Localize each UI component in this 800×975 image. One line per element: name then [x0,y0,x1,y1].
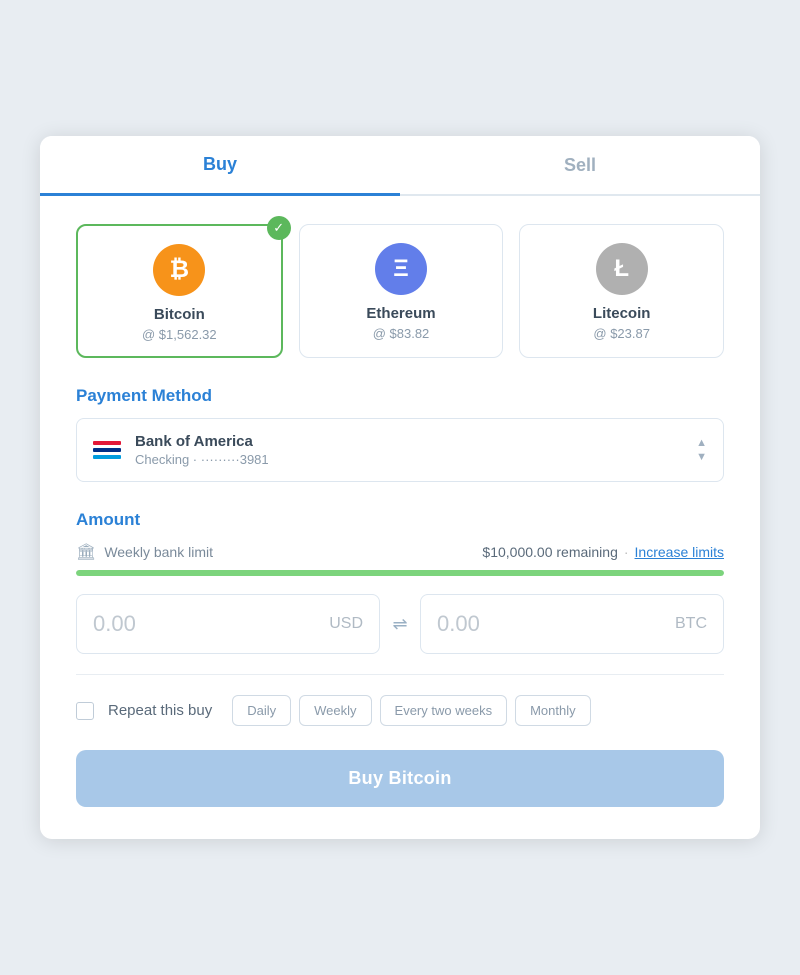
card-body: ✓ ₿ Bitcoin @ $1,562.32 Ξ Ethereum @ $83… [40,196,760,839]
limit-separator: · [624,544,629,560]
repeat-checkbox[interactable] [76,702,94,720]
bank-detail: Checking · ·········3981 [135,452,269,467]
bank-of-america-logo [93,441,121,459]
selected-check-icon: ✓ [267,216,291,240]
usd-currency: USD [329,615,363,633]
crypto-card-eth[interactable]: Ξ Ethereum @ $83.82 [299,224,504,358]
btc-price: @ $1,562.32 [90,327,269,342]
ltc-name: Litecoin [532,305,711,322]
increase-limits-link[interactable]: Increase limits [635,544,724,560]
main-card: Buy Sell ✓ ₿ Bitcoin @ $1,562.32 Ξ Ether… [40,136,760,839]
bank-building-icon: 🏛 [76,542,96,562]
btc-name: Bitcoin [90,306,269,323]
limit-remaining: $10,000.00 remaining [482,544,617,560]
freq-monthly[interactable]: Monthly [515,695,591,726]
payment-method-title: Payment Method [76,386,724,406]
btc-value: 0.00 [437,611,480,637]
freq-biweekly[interactable]: Every two weeks [380,695,508,726]
amount-title: Amount [76,510,724,530]
payment-method-selector[interactable]: Bank of America Checking · ·········3981… [76,418,724,482]
swap-icon[interactable]: ⇌ [380,614,420,635]
usd-input-field[interactable]: 0.00 USD [76,594,380,654]
btc-icon: ₿ [153,244,205,296]
tab-bar: Buy Sell [40,136,760,196]
logo-stripe-lightblue [93,455,121,459]
limit-row: 🏛 Weekly bank limit $10,000.00 remaining… [76,542,724,562]
repeat-label: Repeat this buy [108,702,212,719]
repeat-row: Repeat this buy Daily Weekly Every two w… [76,695,724,726]
tab-buy[interactable]: Buy [40,136,400,196]
crypto-card-ltc[interactable]: Ł Litecoin @ $23.87 [519,224,724,358]
btc-input-field[interactable]: 0.00 BTC [420,594,724,654]
limit-left: 🏛 Weekly bank limit [76,542,213,562]
bank-name: Bank of America [135,433,269,450]
usd-value: 0.00 [93,611,136,637]
chevron-updown-icon: ▲ ▼ [696,437,707,463]
ltc-icon: Ł [596,243,648,295]
btc-currency: BTC [675,615,707,633]
limit-label: Weekly bank limit [104,544,213,560]
tab-sell[interactable]: Sell [400,136,760,194]
ltc-price: @ $23.87 [532,326,711,341]
crypto-selector: ✓ ₿ Bitcoin @ $1,562.32 Ξ Ethereum @ $83… [76,224,724,358]
eth-name: Ethereum [312,305,491,322]
eth-price: @ $83.82 [312,326,491,341]
crypto-card-btc[interactable]: ✓ ₿ Bitcoin @ $1,562.32 [76,224,283,358]
freq-weekly[interactable]: Weekly [299,695,371,726]
bank-info: Bank of America Checking · ·········3981 [93,433,269,467]
limit-progress-bar [76,570,724,576]
freq-daily[interactable]: Daily [232,695,291,726]
eth-icon: Ξ [375,243,427,295]
logo-stripe-red [93,441,121,445]
frequency-buttons: Daily Weekly Every two weeks Monthly [232,695,590,726]
amount-inputs: 0.00 USD ⇌ 0.00 BTC [76,594,724,654]
divider [76,674,724,675]
limit-right: $10,000.00 remaining · Increase limits [482,544,724,560]
buy-bitcoin-button[interactable]: Buy Bitcoin [76,750,724,807]
bank-text: Bank of America Checking · ·········3981 [135,433,269,467]
limit-progress-fill [76,570,724,576]
logo-stripe-blue [93,448,121,452]
